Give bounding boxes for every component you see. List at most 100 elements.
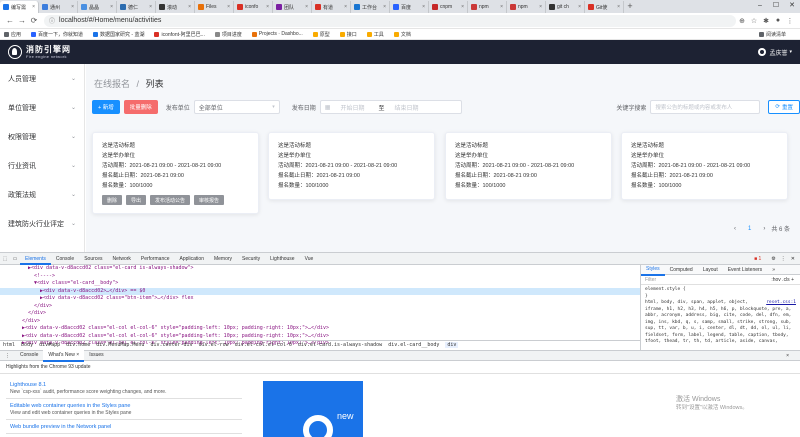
bookmark-item[interactable]: 工具 [366, 31, 384, 38]
drawer-tab[interactable]: Issues [84, 350, 108, 362]
inspect-icon[interactable]: ⬚ [0, 256, 10, 262]
news-title[interactable]: Lighthouse 8.1 [10, 381, 238, 389]
browser-tab[interactable]: git ch × [546, 1, 585, 13]
browser-tab[interactable]: 滚动 × [156, 1, 195, 13]
tab-close-icon[interactable]: × [461, 4, 464, 10]
minimize-icon[interactable]: – [752, 0, 768, 13]
bookmark-item[interactable]: 数据国家研究 - 蓝湖 [93, 31, 144, 38]
bookmark-item[interactable]: 应用 [4, 31, 21, 38]
profile-icon[interactable]: ● [772, 17, 784, 24]
dom-node-line[interactable]: ▶<div data-v-d8accd02 class="el-col el-c… [0, 333, 640, 341]
styles-tab[interactable]: » [767, 265, 780, 275]
dom-crumb[interactable]: div.home [66, 342, 90, 348]
tab-close-icon[interactable]: × [110, 4, 113, 10]
drawer-tab[interactable]: Console [15, 350, 43, 362]
browser-tab[interactable]: cnpm × [429, 1, 468, 13]
dom-node-line[interactable]: </div> [0, 303, 640, 311]
error-count-badge[interactable]: ■ 1 [754, 256, 766, 262]
prev-page-button[interactable]: ‹ [734, 226, 736, 232]
browser-tab[interactable]: npm × [507, 1, 546, 13]
tab-close-icon[interactable]: × [578, 4, 581, 10]
browser-tab[interactable]: iconfo × [234, 1, 273, 13]
dom-crumb[interactable]: div.el-row [199, 342, 229, 348]
browser-tab[interactable]: 编写需 × [0, 1, 39, 13]
bookmark-item[interactable]: Projects · Dashbo... [251, 31, 303, 38]
keyword-input[interactable]: 搜索公告的标题或内容或发布人 [650, 100, 761, 114]
tab-close-icon[interactable]: × [71, 4, 74, 10]
tab-close-icon[interactable]: × [305, 4, 308, 10]
breadcrumb-parent[interactable]: 在线报名 [94, 79, 130, 89]
bookmark-item[interactable]: 原型 [312, 31, 330, 38]
close-devtools-icon[interactable]: ✕ [791, 256, 795, 262]
next-page-button[interactable]: › [763, 226, 765, 232]
user-menu[interactable]: 孟庆誉 ▾ [758, 48, 792, 57]
close-drawer-icon[interactable]: × [781, 351, 794, 361]
settings-icon[interactable]: ⚙ [771, 256, 775, 262]
batch-delete-button[interactable]: 批量删除 [123, 100, 158, 114]
devtools-tab[interactable]: Security [237, 253, 265, 265]
bookmark-item[interactable]: 接口 [339, 31, 357, 38]
browser-tab[interactable]: 晶晶 × [78, 1, 117, 13]
zoom-icon[interactable]: ⊕ [736, 17, 748, 25]
dom-crumb[interactable]: div.el-card.is-always-shadow [298, 342, 382, 348]
browser-tab[interactable]: 有道 × [312, 1, 351, 13]
sidebar-item[interactable]: 政策法规 ⌄ [0, 180, 84, 209]
styles-tab[interactable]: Computed [665, 265, 698, 275]
dom-node-line[interactable]: ▶<div data-v-d8accd02>…</div> == $0 [0, 287, 640, 295]
card-action-button[interactable]: 删除 [102, 195, 123, 205]
filter-actions[interactable]: :hov .cls + [771, 277, 794, 283]
news-item[interactable]: Editable web container queries in the St… [6, 400, 242, 420]
dom-crumb[interactable]: div.MenuMap.Menu [96, 342, 144, 348]
sidebar-item[interactable]: 行业资讯 ⌄ [0, 151, 84, 180]
devtools-tab[interactable]: Vue [300, 253, 319, 265]
tab-close-icon[interactable]: × [188, 4, 191, 10]
dom-node-line[interactable]: </div> [0, 318, 640, 326]
bookmark-star-icon[interactable]: ☆ [748, 17, 760, 25]
device-toggle-icon[interactable]: ▭ [10, 256, 20, 262]
browser-tab[interactable]: Files × [195, 1, 234, 13]
more-icon[interactable]: ⋮ [781, 256, 786, 262]
dom-node-line[interactable]: </div> [0, 310, 640, 318]
dom-node-line[interactable]: ▶<div data-v-d8accd02 class="el-card is-… [0, 265, 640, 273]
dom-crumb[interactable]: div.center-div [150, 342, 192, 348]
news-title[interactable]: Web bundle preview in the Network panel [10, 423, 238, 431]
extensions-icon[interactable]: ✱ [760, 17, 772, 25]
browser-tab[interactable]: 通州 × [39, 1, 78, 13]
dom-crumb[interactable]: div#app [39, 342, 60, 348]
tab-close-icon[interactable]: × [539, 4, 542, 10]
dom-node-line[interactable]: ▼<div class="el-card__body"> [0, 280, 640, 288]
date-start[interactable]: 开始日期 [340, 103, 364, 112]
browser-tab[interactable]: 团队 × [273, 1, 312, 13]
bookmark-item[interactable]: 项目进度 [214, 31, 242, 38]
page-number[interactable]: 1 [748, 226, 751, 232]
sidebar-item[interactable]: 建筑防火行业评定 ⌄ [0, 209, 84, 238]
dom-crumb[interactable]: div [445, 342, 459, 348]
drawer-menu-icon[interactable]: ⋮ [0, 351, 15, 361]
card-action-button[interactable]: 导出 [126, 195, 147, 205]
bookmark-item[interactable]: iconfont-阿里巴巴... [154, 31, 205, 38]
tab-close-icon[interactable]: × [383, 4, 386, 10]
menu-icon[interactable]: ⋮ [784, 17, 796, 25]
news-item[interactable]: Web bundle preview in the Network panel [6, 421, 242, 434]
close-window-icon[interactable]: ✕ [784, 0, 800, 13]
card-action-button[interactable]: 审核报告 [194, 195, 225, 205]
styles-tab[interactable]: Styles [641, 265, 665, 276]
dom-crumb[interactable]: div.el-card__body [388, 342, 439, 348]
dom-crumb[interactable]: html [3, 342, 15, 348]
card-action-button[interactable]: 发布活动公告 [150, 195, 191, 205]
dom-node-line[interactable]: ▶<div data-v-d8accd02 class="el-col el-c… [0, 325, 640, 333]
devtools-tab[interactable]: Performance [136, 253, 175, 265]
browser-tab[interactable]: 工作台 × [351, 1, 390, 13]
devtools-tab[interactable]: Sources [79, 253, 107, 265]
devtools-tab[interactable]: Memory [209, 253, 237, 265]
tab-close-icon[interactable]: × [32, 4, 35, 10]
browser-tab[interactable]: Git使 × [585, 1, 624, 13]
dom-node-line[interactable]: <!----> [0, 273, 640, 281]
tab-close-icon[interactable]: × [500, 4, 503, 10]
drawer-tab[interactable]: What's New × [43, 349, 85, 362]
info-icon[interactable]: ⓘ [49, 16, 55, 25]
tab-close-icon[interactable]: × [344, 4, 347, 10]
unit-select[interactable]: 全部单位 ▾ [193, 100, 280, 114]
reset-css-link[interactable]: reset.css:1 [766, 300, 796, 307]
browser-tab[interactable]: 百度 × [390, 1, 429, 13]
